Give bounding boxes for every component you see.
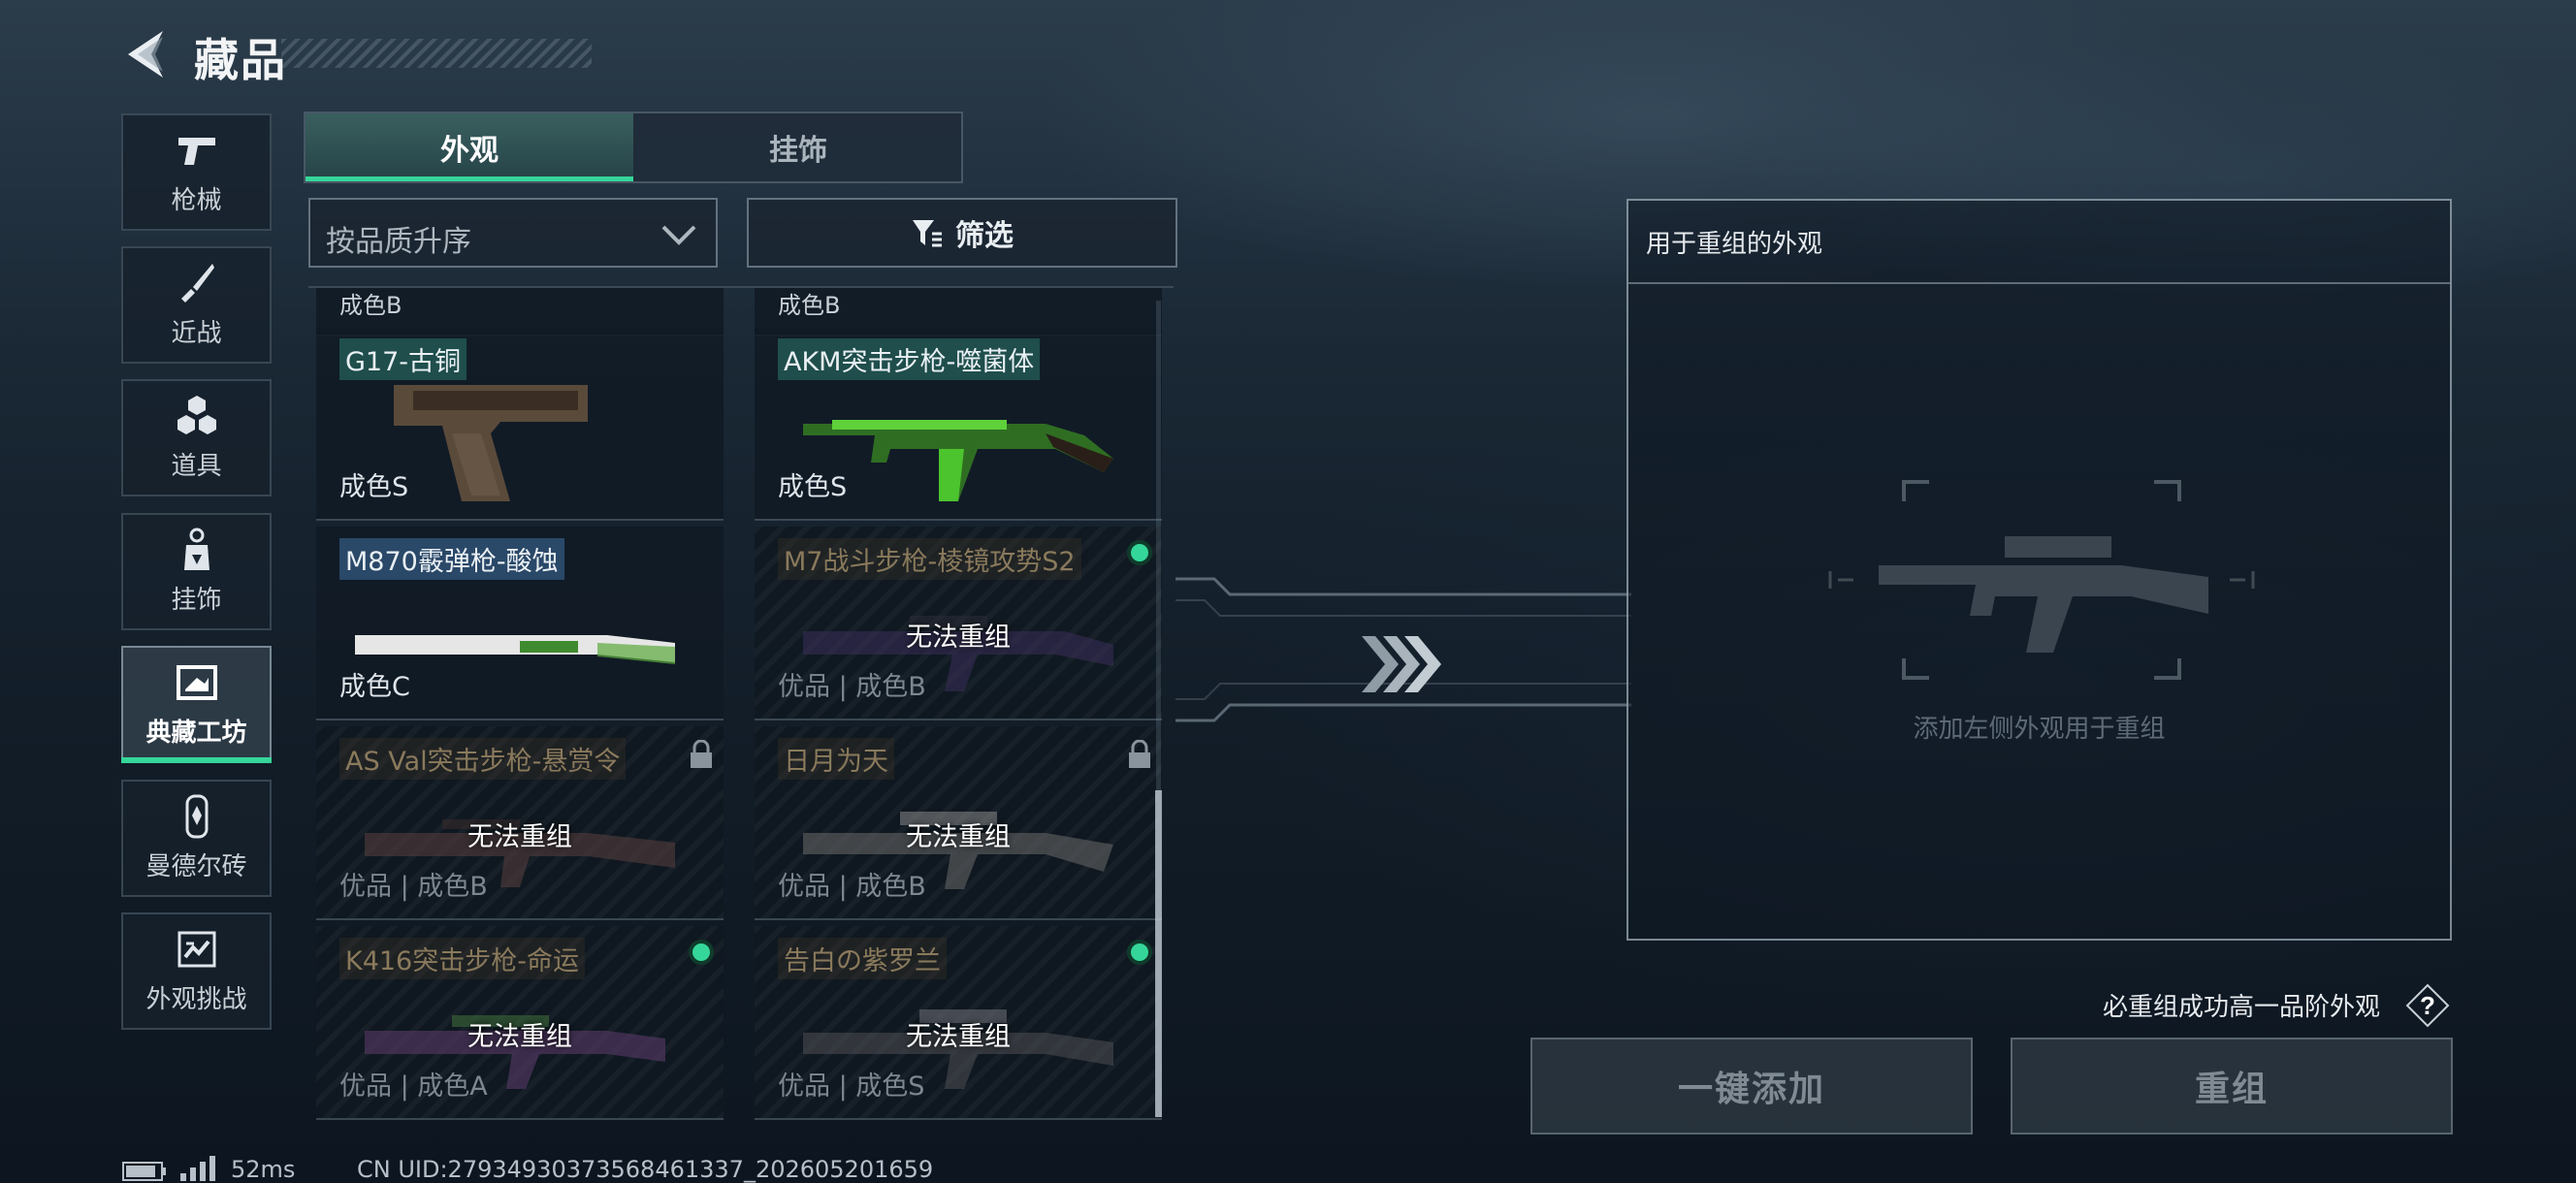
item-name: M870霰弹枪-酸蚀 [339,538,564,580]
back-arrow-icon[interactable] [120,27,169,81]
signal-icon [180,1156,215,1181]
svg-text:?: ? [2420,991,2435,1020]
add-all-button[interactable]: 一键添加 [1530,1038,1973,1135]
grid-item-k416[interactable]: K416突击步枪-命运 无法重组 优品 | 成色A [316,926,724,1120]
brick-icon [173,794,221,839]
item-status: 无法重组 [906,623,1011,653]
item-status: 无法重组 [906,822,1011,852]
item-status: 无法重组 [467,1022,572,1052]
item-grade: 优品 | 成色B [778,672,926,702]
owned-indicator-icon [1127,540,1152,565]
skin-grid: 成色B 成色B G17-古铜 成色S AKM突击步枪-噬菌体 成色S M870霰… [308,286,1174,1130]
guarantee-text: 必重组成功高一品阶外观 [2103,993,2381,1022]
sidebar-item-mandel-brick[interactable]: 曼德尔砖 [121,780,272,897]
item-grade: 优品 | 成色A [339,1071,488,1102]
grid-item-riyue[interactable]: 日月为天 无法重组 优品 | 成色B [755,726,1162,920]
sidebar-item-label: 曼德尔砖 [145,852,247,881]
panel-title: 用于重组的外观 [1646,230,1823,259]
button-label: 一键添加 [1677,1070,1825,1109]
item-name: 日月为天 [778,738,894,780]
item-name: 告白の紫罗兰 [778,938,947,979]
item-grade: 成色B [339,292,402,319]
sort-dropdown[interactable]: 按品质升序 [308,198,718,268]
chevrons-right-icon [1362,636,1441,692]
sidebar-item-items[interactable]: 道具 [121,379,272,496]
item-name: M7战斗步枪-棱镜攻势S2 [778,538,1081,580]
ping-text: 52ms [231,1156,296,1183]
item-name: AKM突击步枪-噬菌体 [778,338,1041,380]
item-status: 无法重组 [906,1022,1011,1052]
lock-icon [1129,740,1150,768]
charm-icon [173,528,221,572]
sidebar-item-charms[interactable]: 挂饰 [121,513,272,630]
page-title: 藏品 [194,34,287,86]
item-grade: 优品 | 成色S [778,1071,925,1102]
uid-text: CN UID:27934930373568461337_202605201659 [357,1156,934,1183]
chevron-down-icon [661,225,696,245]
item-grade: 成色C [339,672,410,702]
grid-scrollbar-thumb[interactable] [1155,790,1162,1117]
item-grade: 优品 | 成色B [778,872,926,902]
sidebar-item-label: 道具 [171,452,222,481]
panel-header: 用于重组的外观 [1628,201,2450,284]
filter-label: 筛选 [955,219,1014,253]
button-label: 重组 [2194,1070,2269,1109]
sidebar-item-label: 典藏工坊 [145,719,247,748]
filter-button[interactable]: 筛选 [747,198,1177,268]
tab-charms[interactable]: 挂饰 [635,113,961,181]
rifle-placeholder-icon [1879,536,2208,653]
remix-slot-panel[interactable]: 用于重组的外观 添加左侧外观用于重组 [1626,199,2452,941]
tab-skins[interactable]: 外观 [306,113,633,181]
challenge-icon [173,927,221,972]
grid-item-m870[interactable]: M870霰弹枪-酸蚀 成色C [316,527,724,720]
sidebar-item-label: 挂饰 [171,586,222,615]
pistol-icon [173,128,221,173]
grid-item-m7[interactable]: M7战斗步枪-棱镜攻势S2 无法重组 优品 | 成色B [755,527,1162,720]
sidebar-item-skin-challenge[interactable]: 外观挑战 [121,912,272,1030]
sort-label: 按品质升序 [326,225,471,259]
filter-icon [913,220,942,247]
owned-indicator-icon [689,940,714,965]
item-grade: 优品 | 成色B [339,872,488,902]
battery-icon [122,1162,166,1181]
sidebar-item-guns[interactable]: 枪械 [121,113,272,231]
sidebar-item-label: 近战 [171,319,222,348]
sidebar-item-melee[interactable]: 近战 [121,246,272,364]
item-name: G17-古铜 [339,338,467,380]
grid-item-violet[interactable]: 告白の紫罗兰 无法重组 优品 | 成色S [755,926,1162,1120]
tab-bar: 外观 挂饰 [304,112,963,183]
sidebar-item-workshop[interactable]: 典藏工坊 [121,646,272,763]
item-status: 无法重组 [467,822,572,852]
knife-icon [173,261,221,305]
workshop-icon [173,660,221,705]
title-decoration [281,39,592,68]
help-icon[interactable]: ? [2405,983,2450,1028]
panel-hint: 添加左侧外观用于重组 [1913,715,2166,744]
item-grade: 成色B [778,292,841,319]
hexagons-icon [173,394,221,438]
item-grade: 成色S [778,472,848,502]
item-grade: 成色S [339,472,409,502]
item-name: K416突击步枪-命运 [339,938,585,979]
lock-icon [691,740,712,768]
owned-indicator-icon [1127,940,1152,965]
grid-item-akm[interactable]: AKM突击步枪-噬菌体 成色S [755,327,1162,521]
item-name: AS Val突击步枪-悬赏令 [339,738,627,780]
grid-item-g17[interactable]: G17-古铜 成色S [316,327,724,521]
sidebar-item-label: 枪械 [171,186,222,215]
remix-button[interactable]: 重组 [2011,1038,2453,1135]
grid-item-asval[interactable]: AS Val突击步枪-悬赏令 无法重组 优品 | 成色B [316,726,724,920]
sidebar-item-label: 外观挑战 [145,985,247,1014]
